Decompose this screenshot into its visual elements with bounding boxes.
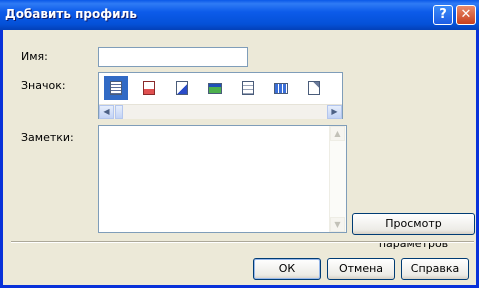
name-input[interactable] <box>98 47 248 67</box>
notes-scrollbar[interactable]: ▲ ▼ <box>329 126 346 232</box>
document-arrow-icon <box>176 81 188 95</box>
scroll-thumb[interactable] <box>115 105 123 119</box>
icon-option-2[interactable] <box>137 76 161 100</box>
icon-option-4[interactable] <box>203 76 227 100</box>
icon-label: Значок: <box>21 79 66 92</box>
scroll-right-icon[interactable]: ▶ <box>327 105 342 119</box>
document-fold-icon <box>308 81 320 95</box>
scroll-left-icon[interactable]: ◀ <box>99 105 114 119</box>
window-title: Добавить профиль <box>5 7 137 21</box>
icon-option-6[interactable] <box>269 76 293 100</box>
separator <box>11 241 474 243</box>
document-lines-icon <box>110 81 122 95</box>
document-plain-icon <box>242 81 254 95</box>
ok-button[interactable]: ОК <box>253 258 321 280</box>
icon-list-scrollbar[interactable]: ◀ ▶ <box>99 104 342 119</box>
icon-option-5[interactable] <box>236 76 260 100</box>
title-bar: Добавить профиль ? ✕ <box>0 0 479 30</box>
close-button[interactable]: ✕ <box>456 5 476 25</box>
document-red-icon <box>143 81 155 95</box>
name-label: Имя: <box>21 50 48 63</box>
icon-option-7[interactable] <box>302 76 326 100</box>
scroll-down-icon[interactable]: ▼ <box>330 217 345 232</box>
icon-list[interactable]: ◀ ▶ <box>98 72 343 119</box>
scroll-up-icon[interactable]: ▲ <box>330 126 345 141</box>
notes-textarea[interactable]: ▲ ▼ <box>98 125 347 233</box>
help-button[interactable]: Справка <box>401 258 469 280</box>
preview-settings-button[interactable]: Просмотр параметров <box>352 213 475 250</box>
notes-label: Заметки: <box>21 131 74 144</box>
icon-option-1[interactable] <box>104 76 128 100</box>
dialog-window: Добавить профиль ? ✕ Имя: Значок: ◀ ▶ За… <box>0 0 479 288</box>
cancel-button[interactable]: Отмена <box>327 258 395 280</box>
grid-icon <box>274 82 288 94</box>
window-green-icon <box>208 82 222 94</box>
help-title-button[interactable]: ? <box>433 5 453 25</box>
icon-option-3[interactable] <box>170 76 194 100</box>
